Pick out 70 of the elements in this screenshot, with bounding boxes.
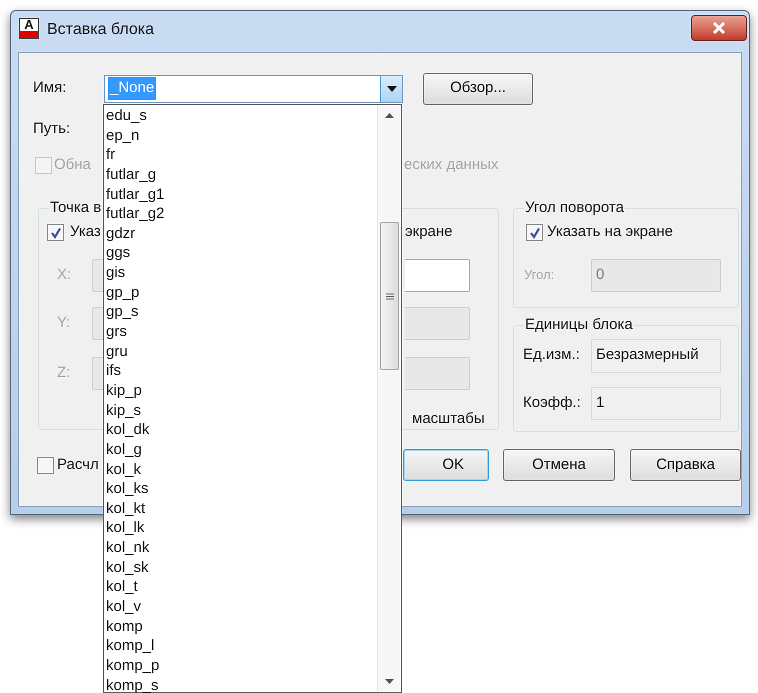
caret-icon bbox=[386, 86, 396, 92]
list-item[interactable]: kol_ks bbox=[104, 479, 377, 499]
checkbox-label: Указ bbox=[70, 222, 101, 242]
list-item[interactable]: gp_s bbox=[104, 302, 377, 322]
dialog-button[interactable]: Обзор... bbox=[423, 72, 533, 104]
close-button[interactable] bbox=[691, 15, 747, 41]
scroll-down-icon bbox=[385, 679, 394, 684]
field-label: Y: bbox=[57, 312, 72, 333]
scrollbar[interactable] bbox=[377, 105, 401, 692]
list-item[interactable]: ggs bbox=[104, 243, 377, 264]
list-item[interactable]: kol_dk bbox=[104, 420, 377, 440]
field-label: Угол: bbox=[524, 266, 556, 284]
list-item[interactable]: futlar_g1 bbox=[104, 184, 377, 204]
checkbox-label: Указать на экране bbox=[547, 222, 673, 242]
list-item[interactable]: gp_p bbox=[104, 282, 377, 302]
checkbox[interactable] bbox=[47, 224, 64, 241]
list-item[interactable]: kip_p bbox=[104, 380, 377, 401]
dialog-button[interactable]: Отмена bbox=[503, 449, 615, 481]
list-item[interactable]: kol_kt bbox=[104, 498, 377, 518]
list-item[interactable]: kol_g bbox=[104, 440, 377, 460]
list-item[interactable]: kol_t bbox=[104, 577, 377, 598]
group-title: Точка в bbox=[49, 198, 102, 218]
dropdown-button[interactable] bbox=[380, 76, 402, 102]
field-label: Путь: bbox=[33, 118, 70, 139]
list-item[interactable]: komp_s bbox=[104, 676, 377, 693]
field-label: X: bbox=[57, 264, 72, 285]
list-item[interactable]: gis bbox=[104, 263, 377, 283]
list-item[interactable]: komp_l bbox=[104, 636, 377, 656]
list-item[interactable]: kip_s bbox=[104, 400, 377, 420]
grip-icon bbox=[386, 292, 394, 300]
checkbox[interactable] bbox=[37, 456, 54, 474]
window-title: Вставка блока bbox=[47, 20, 154, 40]
app-logo: A bbox=[19, 18, 39, 39]
close-icon bbox=[712, 22, 726, 34]
checkbox-label: Расчл bbox=[57, 454, 99, 475]
list-item[interactable]: ifs bbox=[104, 361, 377, 381]
checkbox-label: экране bbox=[405, 222, 453, 242]
list-item[interactable]: komp_p bbox=[104, 656, 377, 676]
list-item[interactable]: kol_lk bbox=[104, 518, 377, 538]
checkbox[interactable] bbox=[526, 224, 543, 241]
checkbox-label: еских данных bbox=[404, 154, 498, 175]
scroll-up-icon bbox=[385, 113, 394, 118]
list-item[interactable]: edu_s bbox=[104, 106, 377, 126]
input-field[interactable] bbox=[405, 258, 470, 292]
list-item[interactable]: kol_nk bbox=[104, 538, 377, 558]
checkbox-label: масштабы bbox=[412, 408, 485, 428]
group-title: Угол поворота bbox=[524, 198, 625, 218]
field-label: Коэфф.: bbox=[523, 392, 582, 413]
list-item[interactable]: futlar_g2 bbox=[104, 204, 377, 224]
list-item[interactable]: gdzr bbox=[104, 224, 377, 244]
list-item[interactable]: kol_v bbox=[104, 597, 377, 617]
list-item[interactable]: kol_k bbox=[104, 460, 377, 480]
group-title: Единицы блока bbox=[524, 315, 634, 335]
scroll-thumb[interactable] bbox=[380, 222, 399, 370]
dialog-button[interactable]: Справка bbox=[630, 449, 741, 481]
checkbox-label: Обна bbox=[54, 154, 91, 175]
list-item[interactable]: ep_n bbox=[104, 126, 377, 146]
list-item[interactable]: fr bbox=[104, 145, 377, 165]
list-item[interactable]: grs bbox=[104, 322, 377, 342]
field-label: Ед.изм.: bbox=[523, 345, 581, 366]
field-label: Z: bbox=[57, 362, 72, 383]
list-item[interactable]: gru bbox=[104, 342, 377, 362]
field-label: Имя: bbox=[32, 78, 68, 98]
dialog-button[interactable]: OK bbox=[403, 449, 489, 481]
combo-value: _None bbox=[108, 77, 156, 100]
list-item[interactable]: futlar_g bbox=[104, 164, 377, 185]
value-box: 1 bbox=[591, 386, 721, 420]
value-box: Безразмерный bbox=[591, 338, 721, 372]
list-item[interactable]: komp bbox=[104, 616, 377, 636]
list-item[interactable]: kol_sk bbox=[104, 558, 377, 578]
